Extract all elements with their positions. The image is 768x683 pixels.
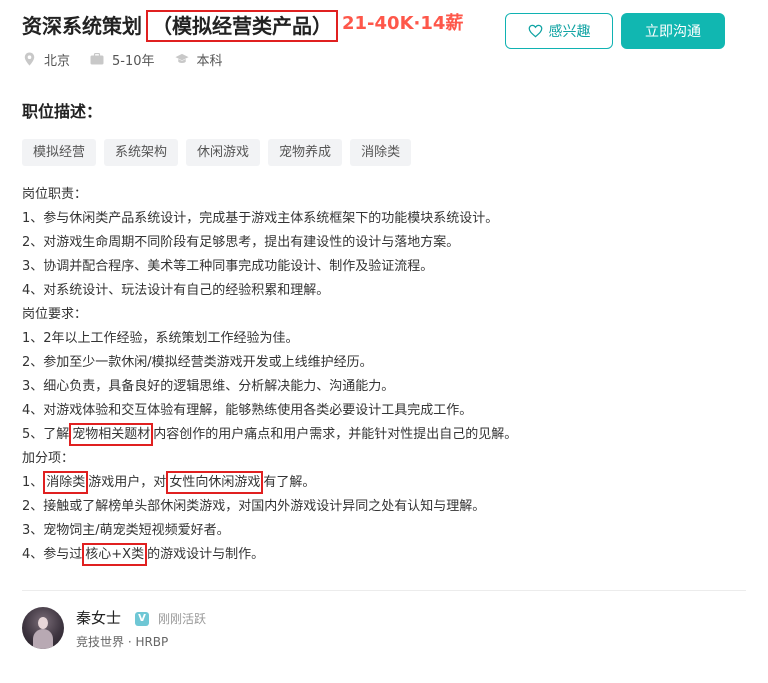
requirements-heading: 岗位要求： <box>22 307 88 322</box>
duties-heading: 岗位职责： <box>22 187 88 202</box>
bonus-item: 1、 消除类 游戏用户，对 女性向休闲游戏 有了解。 <box>22 471 752 495</box>
highlighted-keyword: 女性向休闲游戏 <box>166 471 264 494</box>
salary-range: 21-40K·14薪 <box>342 13 464 34</box>
interested-button[interactable]: 感兴趣 <box>505 13 613 49</box>
skill-tag: 模拟经营 <box>22 139 97 166</box>
skill-tag: 休闲游戏 <box>186 139 261 166</box>
duty-item: 3、协调并配合程序、美术等工种同事完成功能设计、制作及验证流程。 <box>22 259 434 274</box>
section-title-job-description: 职位描述： <box>22 102 103 121</box>
avatar-figure <box>33 629 53 649</box>
location-pin-icon <box>22 52 36 66</box>
recruiter-company: 竞技世界 · HRBP <box>76 635 169 649</box>
highlighted-keyword: 宠物相关题材 <box>69 423 154 446</box>
briefcase-icon <box>90 52 104 66</box>
bonus-text: 游戏用户，对 <box>88 475 167 490</box>
recruiter-active-status: 刚刚活跃 <box>158 612 207 626</box>
meta-experience: 5-10年 <box>90 50 155 69</box>
duty-item: 4、对系统设计、玩法设计有自己的经验积累和理解。 <box>22 283 330 298</box>
job-title-main: 资深系统策划 <box>22 14 142 38</box>
recruiter-card[interactable]: 秦女士 V 刚刚活跃 竞技世界 · HRBP <box>22 605 422 655</box>
requirement-item: 2、参加至少一款休闲/模拟经营类游戏开发或上线维护经历。 <box>22 355 373 370</box>
job-title-category: （模拟经营类产品） <box>146 10 338 42</box>
job-meta: 北京 5-10年 本科 <box>22 48 243 70</box>
skill-tag: 宠物养成 <box>268 139 343 166</box>
bonus-text: 1、 <box>22 475 44 490</box>
avatar[interactable] <box>22 607 64 649</box>
bonus-item: 3、宠物饲主/萌宠类短视频爱好者。 <box>22 523 230 538</box>
bonus-text: 的游戏设计与制作。 <box>147 547 265 562</box>
recruiter-name: 秦女士 <box>76 609 122 627</box>
duty-item: 1、参与休闲类产品系统设计，完成基于游戏主体系统框架下的功能模块系统设计。 <box>22 211 499 226</box>
highlighted-keyword: 消除类 <box>43 471 89 494</box>
interested-button-label: 感兴趣 <box>548 24 591 40</box>
job-title: 资深系统策划 （模拟经营类产品） <box>22 10 338 42</box>
bonus-heading: 加分项： <box>22 451 75 466</box>
avatar-face <box>38 617 48 629</box>
meta-education: 本科 <box>174 50 223 69</box>
bonus-item: 4、参与过 核心+X类 的游戏设计与制作。 <box>22 543 752 567</box>
requirement-item: 3、细心负责，具备良好的逻辑思维、分析解决能力、沟通能力。 <box>22 379 395 394</box>
requirement-text: 内容创作的用户痛点和用户需求，并能针对性提出自己的见解。 <box>153 427 518 442</box>
skill-tag: 消除类 <box>350 139 412 166</box>
requirement-item: 5、了解 宠物相关题材 内容创作的用户痛点和用户需求，并能针对性提出自己的见解。 <box>22 423 752 447</box>
meta-location: 北京 <box>22 50 70 69</box>
chat-now-button-label: 立即沟通 <box>645 24 701 40</box>
requirement-item: 4、对游戏体验和交互体验有理解，能够熟练使用各类必要设计工具完成工作。 <box>22 403 473 418</box>
skill-tags: 模拟经营 系统架构 休闲游戏 宠物养成 消除类 <box>22 139 412 166</box>
highlighted-keyword: 核心+X类 <box>82 543 148 566</box>
graduation-cap-icon <box>174 52 189 66</box>
divider <box>22 590 746 591</box>
education-text: 本科 <box>196 53 223 69</box>
location-text: 北京 <box>44 53 71 69</box>
heart-outline-icon <box>528 24 543 38</box>
verified-badge-icon: V <box>135 612 149 626</box>
requirement-item: 1、2年以上工作经验，系统策划工作经验为佳。 <box>22 331 299 346</box>
requirement-text: 5、了解 <box>22 427 70 442</box>
bonus-text: 有了解。 <box>263 475 316 490</box>
duty-item: 2、对游戏生命周期不同阶段有足够思考，提出有建设性的设计与落地方案。 <box>22 235 460 250</box>
bonus-text: 4、参与过 <box>22 547 83 562</box>
job-description: 岗位职责： 1、参与休闲类产品系统设计，完成基于游戏主体系统框架下的功能模块系统… <box>22 183 752 567</box>
bonus-item: 2、接触或了解榜单头部休闲类游戏，对国内外游戏设计异同之处有认知与理解。 <box>22 499 486 514</box>
experience-text: 5-10年 <box>112 53 155 69</box>
chat-now-button[interactable]: 立即沟通 <box>621 13 725 49</box>
skill-tag: 系统架构 <box>104 139 179 166</box>
